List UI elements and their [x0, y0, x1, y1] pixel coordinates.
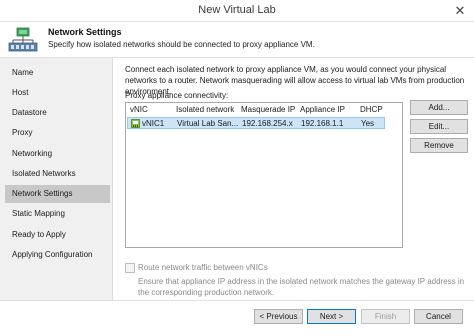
route-traffic-checkbox[interactable]	[125, 263, 135, 273]
cell-masquerade-ip: 192.168.254.x	[242, 119, 293, 128]
nav-step-isolated-networks[interactable]: Isolated Networks	[0, 165, 113, 183]
table-row[interactable]: vNIC1 Virtual Lab San... 192.168.254.x 1…	[127, 117, 385, 129]
wizard-header: Network Settings Specify how isolated ne…	[0, 22, 474, 58]
vnic-icon	[131, 119, 140, 128]
table-header: vNIC Isolated network Masquerade IP Appl…	[126, 103, 402, 117]
add-button[interactable]: Add...	[410, 100, 468, 115]
column-header-vnic[interactable]: vNIC	[130, 105, 148, 114]
cell-dhcp: Yes	[361, 119, 375, 128]
column-header-masquerade-ip[interactable]: Masquerade IP	[241, 105, 295, 114]
nav-step-network-settings[interactable]: Network Settings	[5, 185, 110, 203]
route-traffic-note: Ensure that appliance IP address in the …	[138, 277, 465, 297]
previous-button[interactable]: < Previous	[254, 309, 303, 324]
nav-step-networking[interactable]: Networking	[0, 145, 113, 163]
window-titlebar: New Virtual Lab ✕	[0, 0, 474, 22]
cell-isolated-network: Virtual Lab San...	[177, 119, 239, 128]
nav-step-datastore[interactable]: Datastore	[0, 104, 113, 122]
route-traffic-label: Route network traffic between vNICs	[138, 263, 268, 272]
wizard-footer: < Previous Next > Finish Cancel	[0, 300, 474, 335]
nav-step-applying-configuration[interactable]: Applying Configuration	[0, 246, 113, 264]
column-header-dhcp[interactable]: DHCP	[360, 105, 383, 114]
cell-appliance-ip: 192.168.1.1	[301, 119, 344, 128]
nav-step-host[interactable]: Host	[0, 84, 113, 102]
cancel-button[interactable]: Cancel	[414, 309, 463, 324]
nav-step-static-mapping[interactable]: Static Mapping	[0, 205, 113, 223]
column-header-isolated-network[interactable]: Isolated network	[176, 105, 234, 114]
nav-step-proxy[interactable]: Proxy	[0, 124, 113, 142]
connectivity-table[interactable]: vNIC Isolated network Masquerade IP Appl…	[125, 102, 403, 248]
next-button[interactable]: Next >	[307, 309, 356, 324]
edit-button[interactable]: Edit...	[410, 119, 468, 134]
remove-button[interactable]: Remove	[410, 138, 468, 153]
wizard-steps-sidebar: Name Host Datastore Proxy Networking Iso…	[0, 58, 113, 308]
finish-button[interactable]: Finish	[361, 309, 410, 324]
window-title: New Virtual Lab	[198, 4, 276, 16]
connectivity-label: Proxy appliance connectivity:	[125, 91, 229, 100]
virtual-lab-icon	[8, 27, 38, 52]
cell-vnic: vNIC1	[142, 119, 165, 128]
network-settings-panel: Connect each isolated network to proxy a…	[113, 58, 474, 308]
close-icon[interactable]: ✕	[452, 3, 468, 19]
column-header-appliance-ip[interactable]: Appliance IP	[300, 105, 345, 114]
nav-step-ready-to-apply[interactable]: Ready to Apply	[0, 226, 113, 244]
nav-step-name[interactable]: Name	[0, 64, 113, 82]
page-subtitle: Specify how isolated networks should be …	[48, 40, 315, 49]
page-title: Network Settings	[48, 27, 122, 37]
